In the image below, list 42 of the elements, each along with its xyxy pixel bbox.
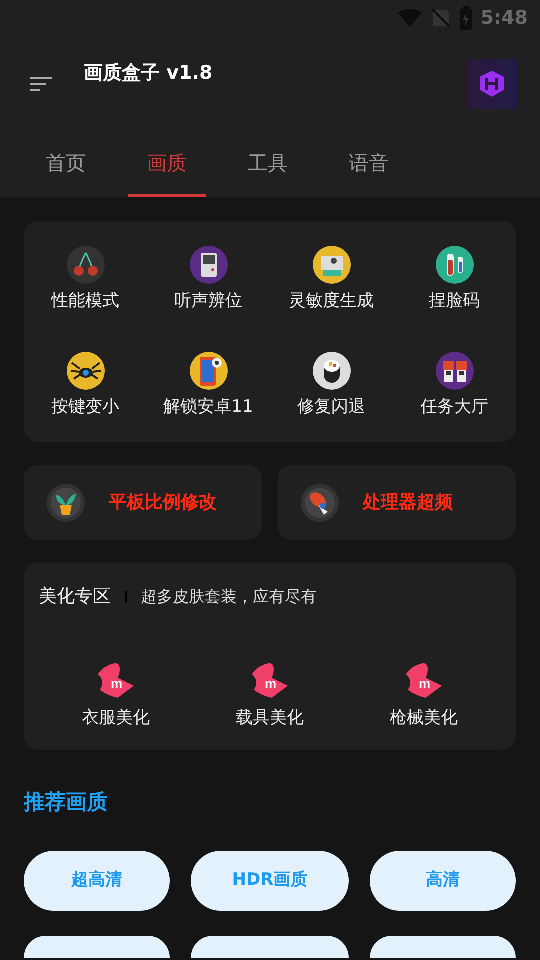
section-title: 推荐画质 <box>24 788 109 816</box>
test-tube-icon <box>434 245 474 285</box>
section-subtitle: 超多皮肤套装，应有尽有 <box>141 586 317 608</box>
feature-item[interactable]: 修复闪退 <box>270 350 393 420</box>
plant-pot-icon <box>47 484 85 522</box>
status-time: 5:48 <box>480 6 528 31</box>
ribbon-logo: m <box>404 662 444 700</box>
quality-button[interactable] <box>191 936 349 958</box>
tab[interactable]: 语音 <box>330 132 408 197</box>
feature-item[interactable]: 任务大厅 <box>393 350 516 420</box>
spider-icon <box>66 350 106 390</box>
hexagon-logo-icon <box>479 70 505 98</box>
shortcut-card[interactable]: 平板比例修改 <box>24 465 262 540</box>
app-logo[interactable] <box>467 59 517 109</box>
section-title: 美化专区 <box>39 585 111 609</box>
quality-button[interactable] <box>24 936 170 958</box>
shortcut-card[interactable]: 处理器超频 <box>278 465 516 540</box>
feature-item[interactable]: 捏脸码 <box>393 245 516 314</box>
quality-button[interactable] <box>370 936 516 958</box>
camera-icon <box>312 245 352 285</box>
beautify-item[interactable]: m 衣服美化 <box>82 662 150 732</box>
feature-item[interactable]: 听声辨位 <box>147 245 270 314</box>
feature-item[interactable]: 按键变小 <box>24 350 147 420</box>
no-sim-icon <box>430 8 451 28</box>
rocket-icon <box>301 484 339 522</box>
cherry-icon <box>66 245 106 285</box>
menu-icon[interactable] <box>30 76 52 92</box>
figures-icon <box>434 350 474 390</box>
tab[interactable]: 首页 <box>27 132 105 197</box>
app-title: 画质盒子 v1.8 <box>84 60 214 86</box>
battery-charging-icon <box>458 6 473 30</box>
feature-item[interactable]: 灵敏度生成 <box>270 245 393 314</box>
phone-icon <box>188 350 228 390</box>
ribbon-logo: m <box>250 662 290 700</box>
tab[interactable]: 工具 <box>229 132 307 197</box>
game-console-icon <box>188 245 228 285</box>
feature-item[interactable]: 性能模式 <box>24 245 147 314</box>
roll-icon <box>312 350 352 390</box>
ribbon-logo: m <box>96 662 136 700</box>
beautify-item[interactable]: m 枪械美化 <box>390 662 458 732</box>
beautify-item[interactable]: m 载具美化 <box>236 662 304 732</box>
feature-item[interactable]: 解锁安卓11 <box>147 350 270 420</box>
